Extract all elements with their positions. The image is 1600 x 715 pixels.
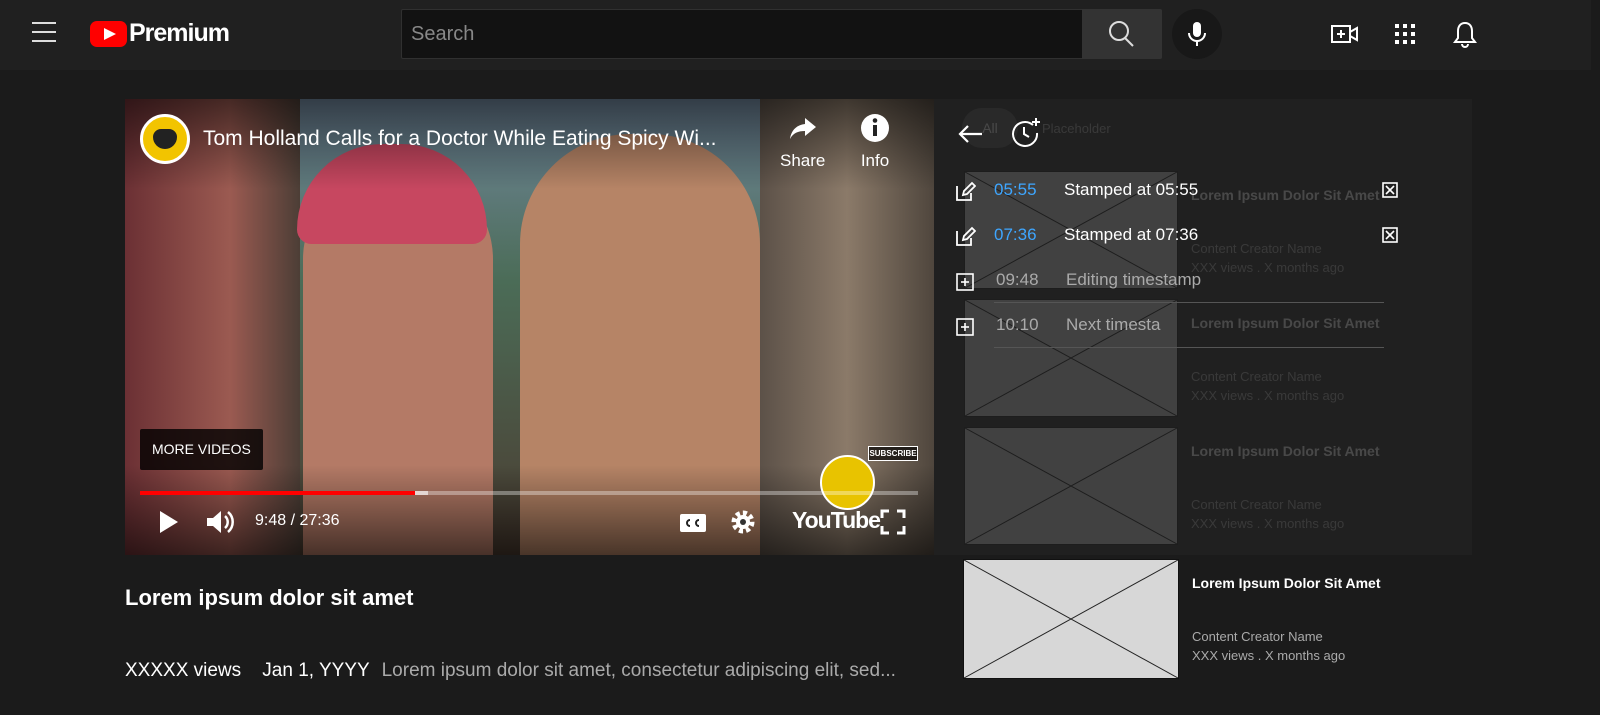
timestamp-time-input[interactable]: 10:10: [996, 315, 1039, 335]
add-box-icon[interactable]: [954, 271, 976, 293]
info-button[interactable]: Info: [859, 112, 891, 171]
player-controls: 9:48 / 27:36 YouTube: [125, 502, 934, 544]
channel-avatar[interactable]: [140, 114, 190, 164]
video-meta: XXXXX views Jan 1, YYYY Lorem ipsum dolo…: [125, 660, 896, 682]
play-icon[interactable]: [150, 504, 186, 540]
ghost-card: Lorem Ipsum Dolor Sit Amet Content Creat…: [964, 427, 1434, 553]
card-title[interactable]: Lorem Ipsum Dolor Sit Amet: [1192, 575, 1381, 591]
create-video-icon: [1331, 25, 1358, 43]
video-thumbnail[interactable]: [963, 559, 1179, 679]
delete-timestamp-icon[interactable]: [1381, 181, 1399, 199]
ghost-placeholder: Placeholder: [1042, 120, 1111, 136]
share-button[interactable]: Share: [780, 112, 825, 171]
share-label: Share: [780, 151, 826, 170]
timestamp-row[interactable]: 07:36 Stamped at 07:36: [954, 214, 1404, 259]
subscribe-button[interactable]: SUBSCRIBE: [868, 446, 918, 461]
volume-icon[interactable]: [202, 504, 238, 540]
info-icon: [861, 114, 889, 142]
search-field[interactable]: [401, 9, 1083, 59]
input-underline: [994, 347, 1384, 348]
timestamp-row-editing[interactable]: 09:48 Editing timestamp: [954, 259, 1404, 304]
edit-icon[interactable]: [954, 181, 976, 203]
time-display: 9:48 / 27:36: [255, 512, 340, 529]
back-arrow-icon[interactable]: [956, 119, 986, 149]
timestamp-time[interactable]: 05:55: [994, 180, 1037, 200]
timestamp-time[interactable]: 07:36: [994, 225, 1037, 245]
notifications-icon: [1453, 21, 1477, 48]
search-input[interactable]: [402, 10, 1082, 58]
input-underline: [994, 302, 1384, 303]
add-box-icon[interactable]: [954, 316, 976, 338]
youtube-wordmark[interactable]: YouTube: [792, 507, 881, 534]
add-timestamp-clock-icon[interactable]: [1009, 116, 1043, 150]
apps-button[interactable]: [1390, 19, 1420, 49]
timestamp-row[interactable]: 05:55 Stamped at 05:55: [954, 169, 1404, 214]
card-stats: XXX views . X months ago: [1192, 648, 1346, 663]
settings-icon[interactable]: [725, 504, 761, 540]
more-videos-button[interactable]: MORE VIDEOS: [140, 429, 263, 470]
search-icon: [1109, 21, 1134, 47]
video-title-heading: Lorem ipsum dolor sit amet: [125, 585, 414, 610]
youtube-premium-logo[interactable]: Premium: [90, 19, 230, 48]
video-player[interactable]: Tom Holland Calls for a Doctor While Eat…: [125, 99, 934, 555]
progress-bar[interactable]: [140, 491, 918, 495]
description-snippet[interactable]: Lorem ipsum dolor sit amet, consectetur …: [382, 660, 896, 681]
top-bar: Premium: [0, 0, 1600, 70]
fullscreen-icon[interactable]: [875, 504, 911, 540]
progress-played: [140, 491, 415, 495]
card-info: Lorem Ipsum Dolor Sit Amet Content Creat…: [1192, 559, 1381, 679]
view-count: XXXXX views: [125, 660, 242, 681]
timestamp-label: Stamped at 07:36: [1064, 225, 1199, 244]
timestamp-row-editing[interactable]: 10:10 Next timesta: [954, 304, 1404, 349]
create-video-button[interactable]: [1329, 19, 1359, 49]
apps-icon: [1395, 24, 1415, 44]
menu-icon[interactable]: [32, 22, 56, 42]
page-edge: [1591, 0, 1600, 715]
recommendation-card[interactable]: Lorem Ipsum Dolor Sit Amet Content Creat…: [963, 559, 1381, 679]
mic-icon: [1188, 22, 1206, 46]
share-icon: [789, 118, 816, 139]
timestamp-label-input[interactable]: Next timesta: [1066, 315, 1160, 335]
card-creator[interactable]: Content Creator Name: [1192, 629, 1381, 644]
search-button[interactable]: [1082, 9, 1162, 59]
youtube-logo-icon: [90, 20, 127, 47]
voice-search-button[interactable]: [1172, 9, 1222, 59]
info-label: Info: [860, 151, 890, 170]
timestamps-panel: All Placeholder Lorem Ipsum Dolor Sit Am…: [934, 99, 1472, 555]
notifications-button[interactable]: [1450, 19, 1480, 49]
timestamp-label: Stamped at 05:55: [1064, 180, 1199, 199]
logo-text: Premium: [129, 19, 230, 47]
upload-date: Jan 1, YYYY: [262, 660, 370, 681]
delete-timestamp-icon[interactable]: [1381, 226, 1399, 244]
captions-icon[interactable]: [675, 504, 711, 540]
timestamp-label-input[interactable]: Editing timestamp: [1066, 270, 1201, 290]
video-title[interactable]: Tom Holland Calls for a Doctor While Eat…: [203, 127, 763, 151]
edit-icon[interactable]: [954, 226, 976, 248]
timestamp-time-input[interactable]: 09:48: [996, 270, 1039, 290]
